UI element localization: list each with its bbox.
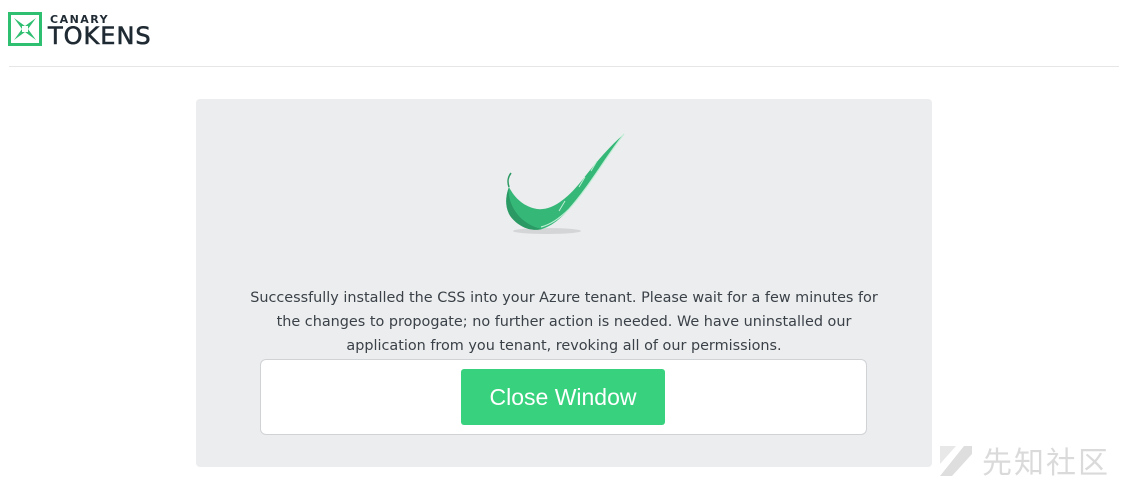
logo-big-text: TOKENS [48,22,152,50]
header: CANARY TOKENS [0,0,1130,66]
feather-checkmark-icon [506,133,625,234]
success-message: Successfully installed the CSS into your… [250,290,878,355]
success-panel: Successfully installed the CSS into your… [196,99,932,467]
watermark-text: 先知社区 [982,446,1110,481]
close-window-button[interactable]: Close Window [461,369,665,425]
header-divider [9,66,1119,67]
watermark: 先知社区 [938,438,1110,482]
logo-wordmark: CANARY TOKENS [48,12,152,48]
canary-tokens-logo[interactable]: CANARY TOKENS [8,12,152,48]
button-container: Close Window [260,359,867,435]
canary-logo-icon [8,12,42,46]
xianzhi-logo-icon [940,446,972,476]
